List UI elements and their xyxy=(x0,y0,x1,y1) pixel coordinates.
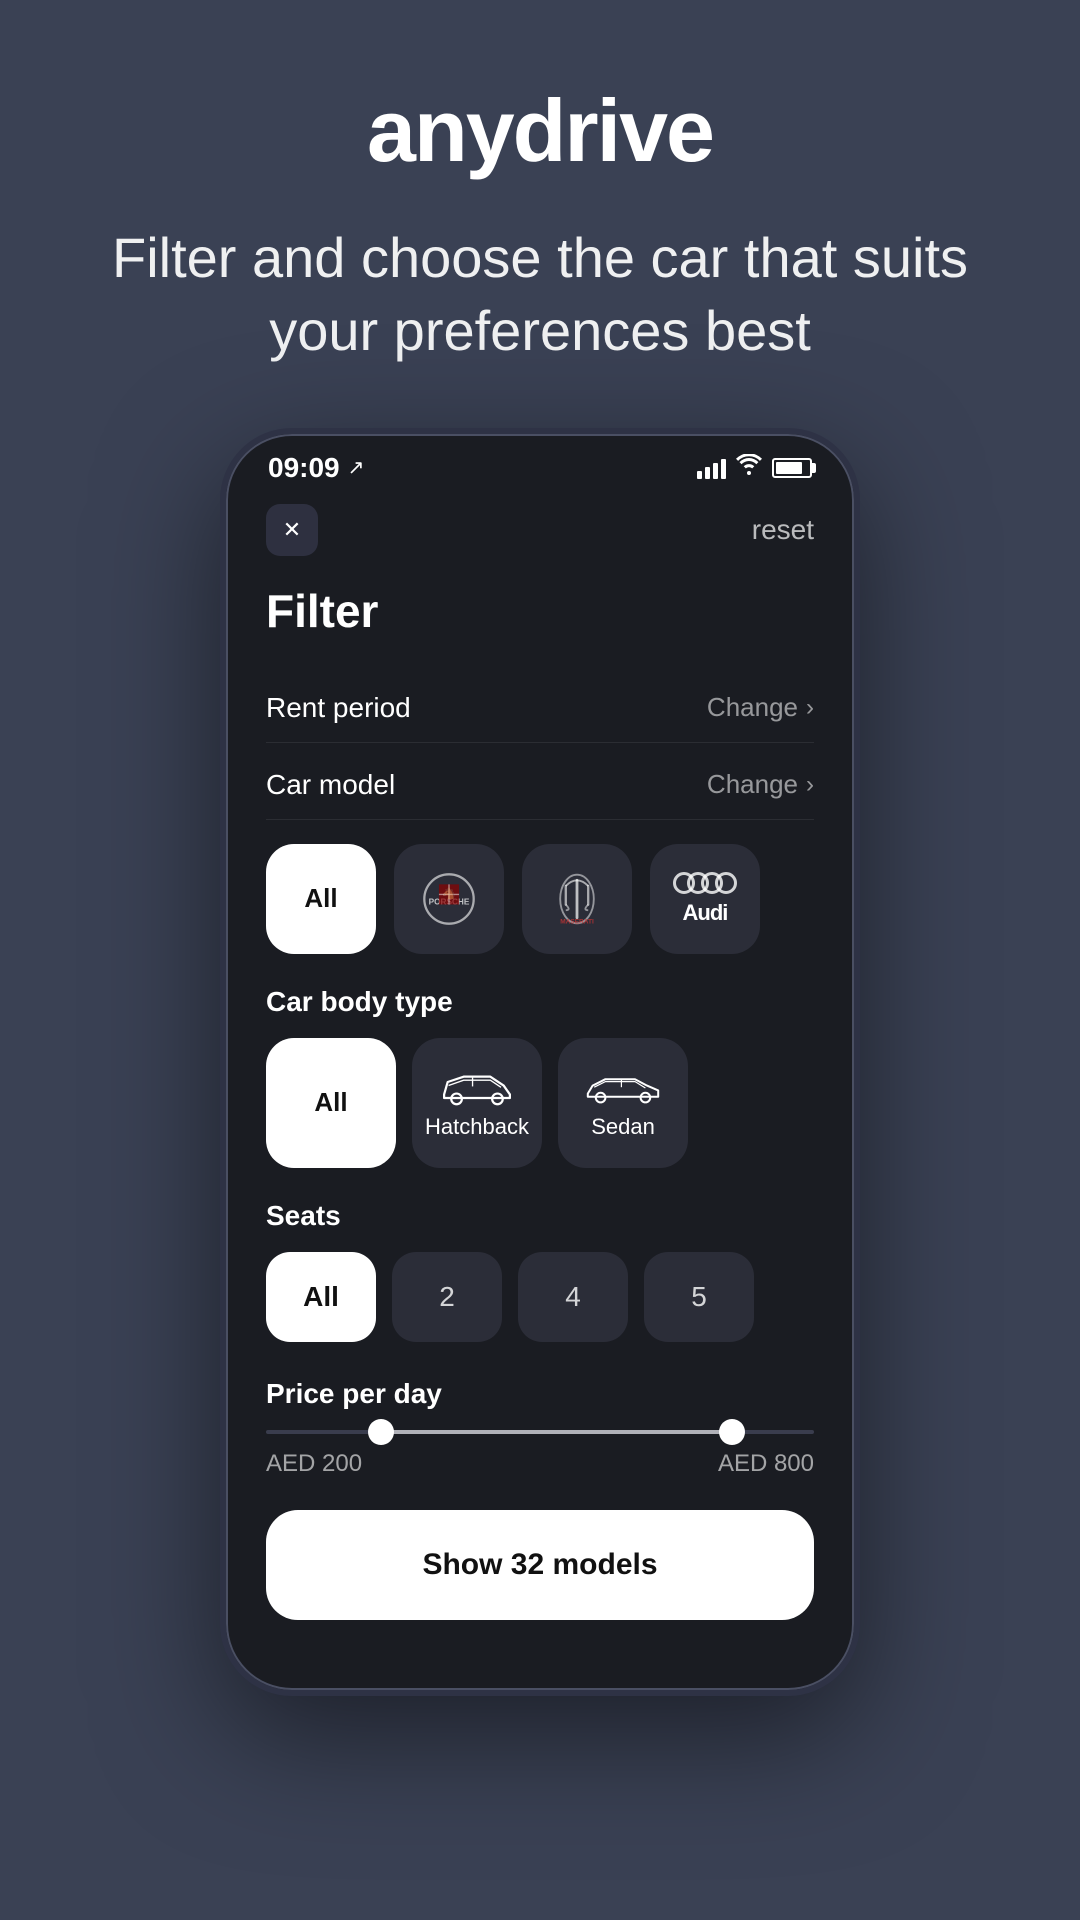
body-sedan-button[interactable]: Sedan xyxy=(558,1038,688,1168)
rent-period-change: Change xyxy=(707,692,798,723)
filter-topbar: ✕ reset xyxy=(266,504,814,556)
signal-bar-3 xyxy=(713,463,718,479)
seat-all-label: All xyxy=(303,1281,339,1313)
reset-button[interactable]: reset xyxy=(752,514,814,546)
power-button-2 xyxy=(856,774,860,874)
body-hatchback-button[interactable]: Hatchback xyxy=(412,1038,542,1168)
audi-rings-icon xyxy=(673,872,737,894)
price-slider-track[interactable] xyxy=(266,1430,814,1434)
brand-all-label: All xyxy=(304,883,337,914)
location-icon: ↗ xyxy=(348,455,365,480)
status-bar: 09:09 ↗ xyxy=(226,434,854,484)
body-all-button[interactable]: All xyxy=(266,1038,396,1168)
brand-maserati-button[interactable]: MASERATI xyxy=(522,844,632,954)
close-button[interactable]: ✕ xyxy=(266,504,318,556)
rent-period-chevron-icon: › xyxy=(806,694,814,722)
status-left: 09:09 ↗ xyxy=(268,452,364,484)
brand-porsche-button[interactable]: PORSCHE 🐴 xyxy=(394,844,504,954)
brands-row: All PORSCHE 🐴 xyxy=(266,844,814,954)
filter-title: Filter xyxy=(266,584,814,638)
svg-text:🐴: 🐴 xyxy=(442,887,456,900)
seat-5-label: 5 xyxy=(691,1281,707,1313)
show-models-button[interactable]: Show 32 models xyxy=(266,1510,814,1620)
rent-period-action[interactable]: Change › xyxy=(707,692,814,723)
signal-icon xyxy=(697,457,726,479)
seat-5-button[interactable]: 5 xyxy=(644,1252,754,1342)
wifi-icon xyxy=(736,454,762,482)
porsche-logo-icon: PORSCHE 🐴 xyxy=(417,871,481,927)
signal-bar-1 xyxy=(697,471,702,479)
price-labels: AED 200 AED 800 xyxy=(266,1450,814,1478)
seat-all-button[interactable]: All xyxy=(266,1252,376,1342)
hatchback-label: Hatchback xyxy=(425,1114,529,1140)
seats-heading: Seats xyxy=(266,1200,814,1232)
signal-bar-4 xyxy=(721,459,726,479)
body-types-row: All Hatchback xyxy=(266,1038,814,1168)
signal-bar-2 xyxy=(705,467,710,479)
body-all-label: All xyxy=(314,1087,347,1118)
price-slider-fill xyxy=(381,1430,732,1434)
seat-2-label: 2 xyxy=(439,1281,455,1313)
price-heading: Price per day xyxy=(266,1378,814,1410)
rent-period-row[interactable]: Rent period Change › xyxy=(266,674,814,743)
battery-fill xyxy=(776,462,802,474)
status-time: 09:09 xyxy=(268,452,340,484)
car-model-label: Car model xyxy=(266,769,395,801)
car-model-change: Change xyxy=(707,769,798,800)
close-icon: ✕ xyxy=(283,517,301,543)
body-type-heading: Car body type xyxy=(266,986,814,1018)
seats-row: All 2 4 5 xyxy=(266,1252,814,1342)
maserati-logo-icon: MASERATI xyxy=(555,871,599,927)
price-min-thumb[interactable] xyxy=(368,1419,394,1445)
car-model-action[interactable]: Change › xyxy=(707,769,814,800)
seat-2-button[interactable]: 2 xyxy=(392,1252,502,1342)
hero-section: anydrive Filter and choose the car that … xyxy=(0,0,1080,428)
car-model-chevron-icon: › xyxy=(806,771,814,799)
hero-subtitle: Filter and choose the car that suits you… xyxy=(60,222,1020,368)
brand-audi-button[interactable]: Audi xyxy=(650,844,760,954)
app-title: anydrive xyxy=(60,80,1020,182)
audi-label: Audi xyxy=(683,900,728,926)
battery-icon xyxy=(772,458,812,478)
hatchback-icon xyxy=(437,1066,517,1106)
status-right xyxy=(697,454,812,482)
svg-text:MASERATI: MASERATI xyxy=(560,918,594,925)
price-max-thumb[interactable] xyxy=(719,1419,745,1445)
brand-all-button[interactable]: All xyxy=(266,844,376,954)
seat-4-button[interactable]: 4 xyxy=(518,1252,628,1342)
sedan-icon xyxy=(583,1066,663,1106)
car-model-row[interactable]: Car model Change › xyxy=(266,751,814,820)
power-button xyxy=(856,634,860,734)
filter-screen: ✕ reset Filter Rent period Change › Car … xyxy=(226,484,854,1650)
volume-button xyxy=(220,634,224,704)
price-max-label: AED 800 xyxy=(718,1450,814,1478)
phone-mockup: 09:09 ↗ ✕ rese xyxy=(220,428,860,1696)
price-min-label: AED 200 xyxy=(266,1450,362,1478)
seat-4-label: 4 xyxy=(565,1281,581,1313)
price-section: Price per day AED 200 AED 800 xyxy=(266,1378,814,1478)
rent-period-label: Rent period xyxy=(266,692,411,724)
sedan-label: Sedan xyxy=(591,1114,655,1140)
